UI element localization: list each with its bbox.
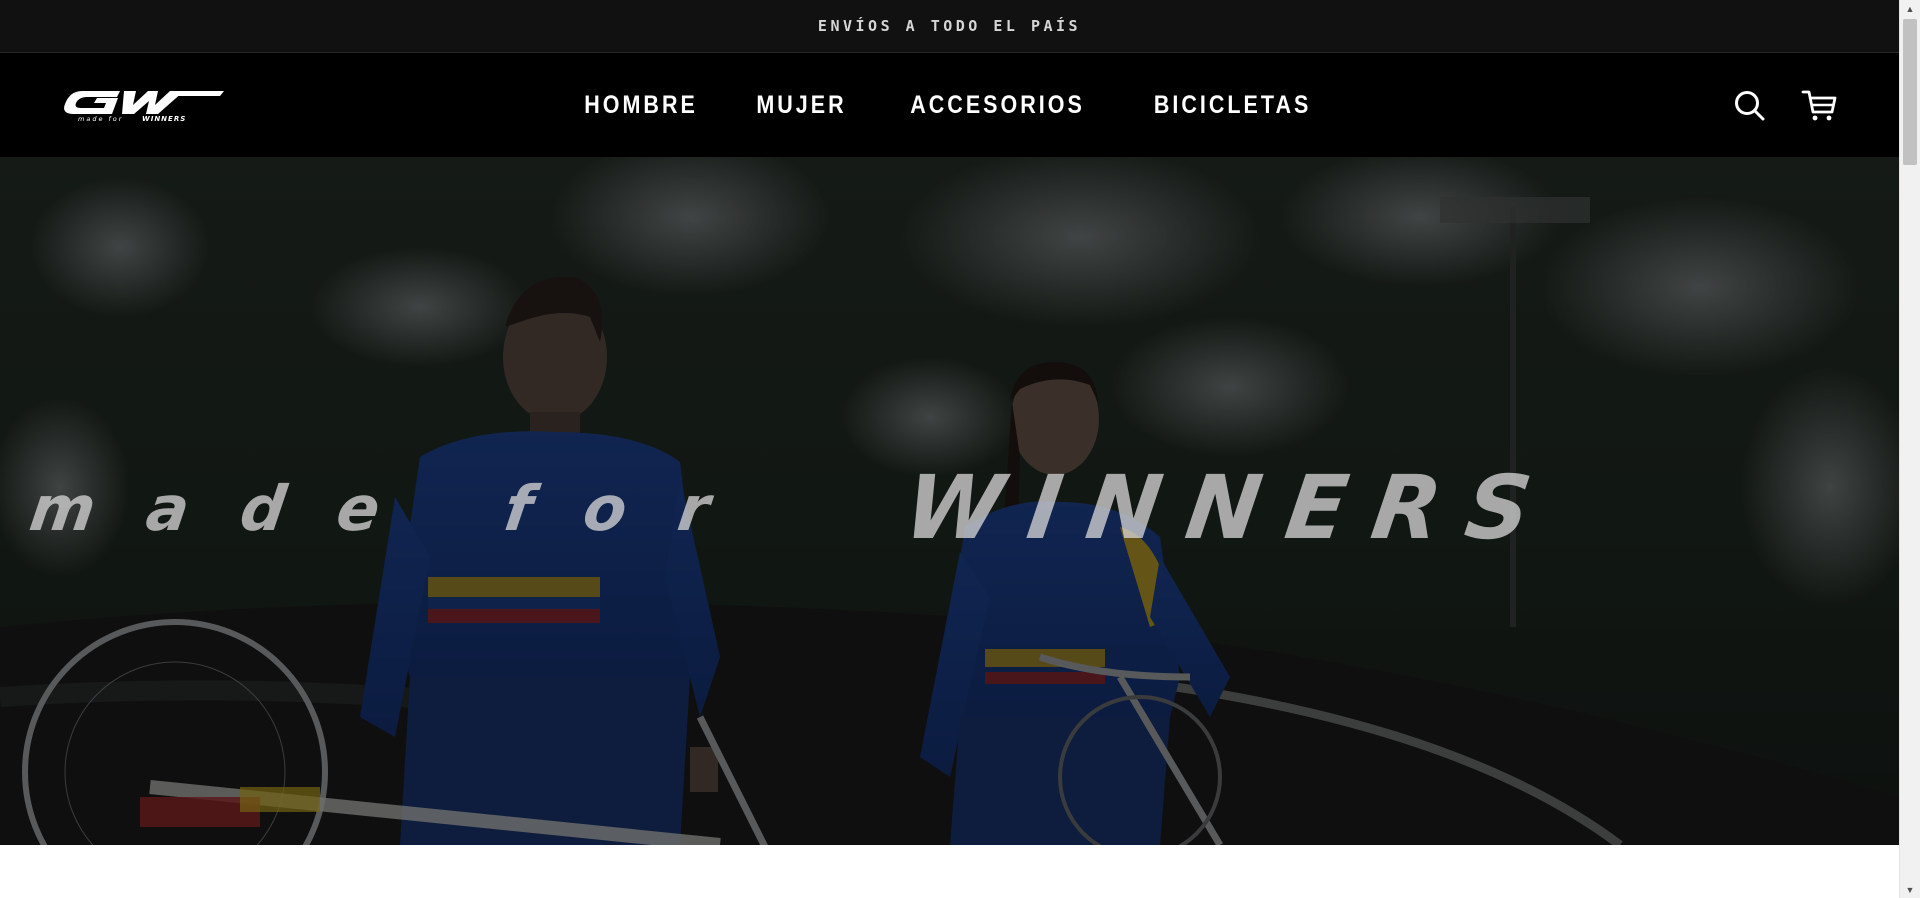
cart-icon [1801,90,1837,121]
site-header: made for WINNERS HOMBRE MUJER ACCESORIOS… [0,53,1899,157]
search-button[interactable] [1731,87,1767,123]
hero-banner[interactable]: made for WINNERS [0,157,1899,845]
scroll-down-icon[interactable]: ▼ [1900,881,1920,898]
hero-headline-left: made for [25,472,766,545]
scroll-up-icon[interactable]: ▲ [1900,0,1920,17]
page: ENVÍOS A TODO EL PAÍS made for WINNERS H… [0,0,1899,898]
hero-image: made for WINNERS [0,157,1899,845]
announcement-text: ENVÍOS A TODO EL PAÍS [817,17,1082,35]
page-scrollbar[interactable]: ▲ ▼ [1899,0,1920,898]
search-icon [1735,91,1765,121]
nav-item-hombre[interactable]: HOMBRE [584,91,698,120]
content-below-hero [0,845,1899,898]
nav-item-bicicletas[interactable]: BICICLETAS [1154,91,1312,120]
nav-item-accesorios[interactable]: ACCESORIOS [910,91,1085,120]
main-nav: HOMBRE MUJER ACCESORIOS BICICLETAS [0,53,1899,157]
hero-headline-right: WINNERS [899,456,1564,558]
announcement-bar: ENVÍOS A TODO EL PAÍS [0,0,1899,53]
scrollbar-thumb[interactable] [1903,19,1917,165]
nav-item-mujer[interactable]: MUJER [756,91,846,120]
cart-button[interactable] [1801,87,1837,123]
